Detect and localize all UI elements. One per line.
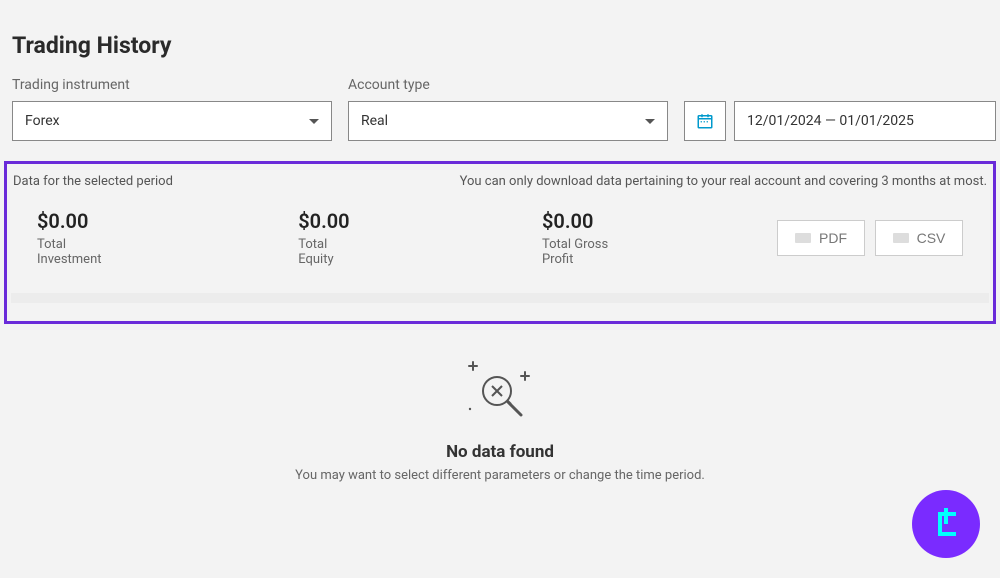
account-type-select[interactable]: Real — [348, 101, 668, 141]
account-label: Account type — [348, 77, 668, 93]
export-pdf-button[interactable]: PDF — [777, 220, 865, 256]
instrument-label: Trading instrument — [12, 77, 332, 93]
calendar-button[interactable] — [684, 101, 726, 141]
total-equity-stat: $0.00 Total Equity — [298, 209, 362, 267]
account-value: Real — [361, 113, 388, 129]
total-investment-stat: $0.00 Total Investment — [37, 209, 128, 267]
date-range-input[interactable]: 12/01/2024 — 01/01/2025 — [734, 101, 996, 141]
total-gross-profit-value: $0.00 — [542, 209, 637, 233]
total-equity-value: $0.00 — [298, 209, 362, 233]
chevron-down-icon — [309, 119, 319, 124]
filters-row: Trading instrument Forex Account type Re… — [0, 77, 1000, 161]
document-icon — [795, 233, 811, 243]
data-summary-panel: Data for the selected period You can onl… — [4, 161, 996, 324]
export-pdf-label: PDF — [819, 230, 847, 246]
calendar-icon — [696, 112, 714, 130]
instrument-field: Trading instrument Forex — [12, 77, 332, 141]
panel-left-note: Data for the selected period — [13, 174, 173, 189]
instrument-select[interactable]: Forex — [12, 101, 332, 141]
date-field: 12/01/2024 — 01/01/2025 — [684, 77, 996, 141]
total-gross-profit-label: Total Gross Profit — [542, 237, 637, 267]
support-fab-button[interactable] — [912, 490, 980, 558]
panel-header: Data for the selected period You can onl… — [7, 164, 993, 199]
chevron-down-icon — [645, 119, 655, 124]
account-field: Account type Real — [348, 77, 668, 141]
document-icon — [893, 233, 909, 243]
logo-icon — [926, 504, 966, 544]
empty-state-description: You may want to select different paramet… — [0, 468, 1000, 483]
panel-footer-divider — [11, 293, 989, 303]
date-label-spacer — [684, 77, 996, 93]
export-csv-label: CSV — [917, 230, 946, 246]
page-title: Trading History — [0, 0, 1000, 77]
export-buttons: PDF CSV — [777, 220, 963, 256]
total-gross-profit-stat: $0.00 Total Gross Profit — [542, 209, 637, 267]
total-investment-label: Total Investment — [37, 237, 128, 267]
panel-right-note: You can only download data pertaining to… — [460, 174, 987, 189]
instrument-value: Forex — [25, 113, 60, 129]
empty-state: No data found You may want to select dif… — [0, 324, 1000, 483]
magnifier-no-data-icon — [455, 354, 545, 424]
export-csv-button[interactable]: CSV — [875, 220, 963, 256]
date-range-value: 12/01/2024 — 01/01/2025 — [747, 113, 914, 129]
empty-state-title: No data found — [0, 442, 1000, 462]
total-equity-label: Total Equity — [298, 237, 362, 267]
stats-row: $0.00 Total Investment $0.00 Total Equit… — [7, 199, 993, 279]
total-investment-value: $0.00 — [37, 209, 128, 233]
empty-state-illustration — [0, 354, 1000, 424]
